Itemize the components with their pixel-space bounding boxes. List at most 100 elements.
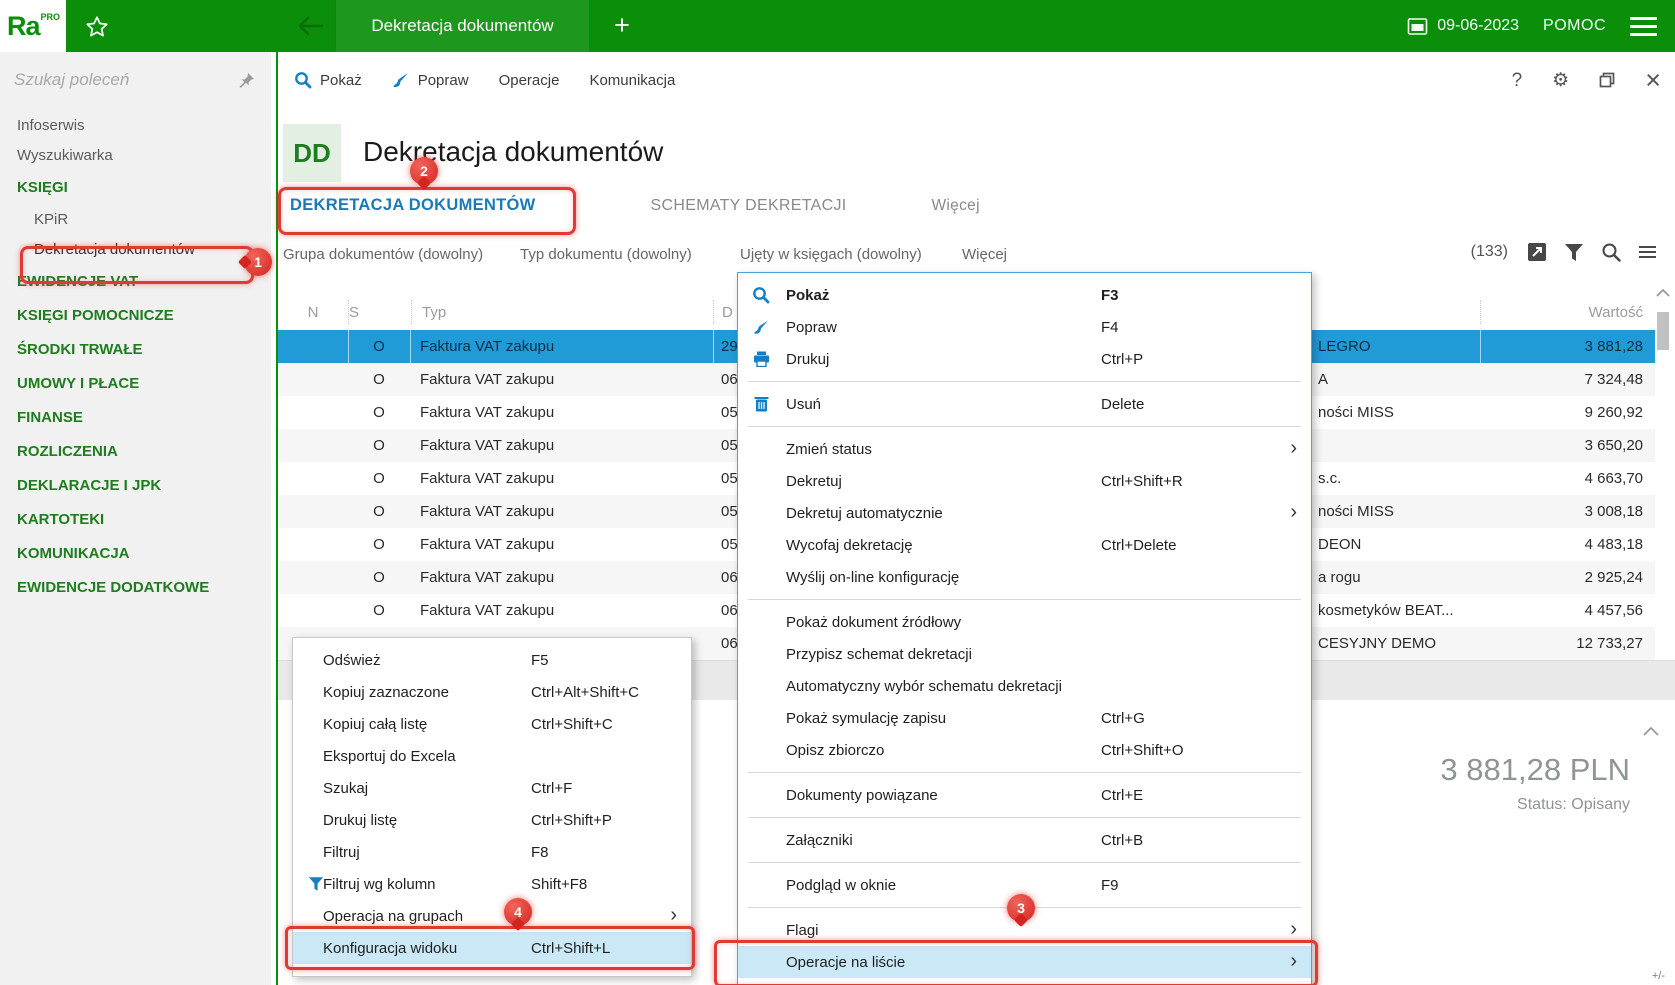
filter-in-books[interactable]: Ujęty w księgach (dowolny) — [740, 246, 922, 263]
export-icon[interactable] — [1527, 242, 1547, 262]
toolbar-edit-button[interactable]: Popraw — [382, 65, 479, 95]
menu-item-automatyczny-wybor-schematu[interactable]: Automatyczny wybór schematu dekretacji — [738, 670, 1311, 702]
logo-sup: PRO — [40, 12, 61, 22]
submenu-arrow-icon: › — [670, 904, 677, 927]
menu-item-odswiez[interactable]: Odśwież F5 — [293, 644, 691, 676]
filter-document-group[interactable]: Grupa dokumentów (dowolny) — [283, 246, 483, 263]
help-icon[interactable]: ? — [1512, 71, 1523, 90]
sidebar-item-ksiegi-pomocnicze[interactable]: KSIĘGI POMOCNICZE — [0, 298, 271, 332]
sidebar-item-finanse[interactable]: FINANSE — [0, 400, 271, 434]
submenu-arrow-icon: › — [1290, 437, 1297, 460]
menu-item-filtruj[interactable]: Filtruj F8 — [293, 836, 691, 868]
back-arrow-icon[interactable] — [296, 14, 324, 38]
menu-item-zalaczniki[interactable]: Załączniki Ctrl+B — [738, 824, 1311, 856]
sidebar-item-dekretacja-dokumentow[interactable]: Dekretacja dokumentów — [0, 234, 271, 264]
menu-separator — [748, 862, 1301, 863]
pin-icon[interactable] — [238, 72, 255, 89]
close-icon[interactable]: × — [1645, 66, 1661, 94]
work-date[interactable]: 09-06-2023 — [1407, 16, 1519, 36]
top-bar: Ra PRO Dekretacja dokumentów + 09-06-2023… — [0, 0, 1675, 52]
menu-item-pokaz[interactable]: Pokaż F3 — [738, 279, 1311, 311]
tab-dekretacja-dokumentow[interactable]: DEKRETACJA DOKUMENTÓW — [290, 196, 536, 215]
search-icon — [750, 286, 772, 304]
menu-item-opisz-zbiorczo[interactable]: Opisz zbiorczo Ctrl+Shift+O — [738, 734, 1311, 766]
search-list-icon[interactable] — [1601, 242, 1621, 262]
sidebar: Szukaj poleceń Infoserwis Wyszukiwarka K… — [0, 52, 271, 985]
list-options-icon[interactable] — [1638, 245, 1657, 259]
annotation-badge-3: 3 — [1007, 894, 1035, 922]
sidebar-item-kpir[interactable]: KPiR — [0, 204, 271, 234]
sidebar-item-rozliczenia[interactable]: ROZLICZENIA — [0, 434, 271, 468]
menu-item-dokumenty-powiazane[interactable]: Dokumenty powiązane Ctrl+E — [738, 779, 1311, 811]
menu-item-dekretuj-automatycznie[interactable]: Dekretuj automatycznie › — [738, 497, 1311, 529]
toolbar-operations-menu[interactable]: Operacje — [489, 66, 570, 95]
module-tabs: DEKRETACJA DOKUMENTÓW SCHEMATY DEKRETACJ… — [290, 196, 980, 215]
tab-title: Dekretacja dokumentów — [371, 16, 554, 35]
zoom-hint: +/- — [1651, 970, 1665, 982]
settings-gear-icon[interactable]: ⚙ — [1552, 71, 1569, 90]
brush-icon — [392, 71, 410, 89]
tab-schematy-dekretacji[interactable]: SCHEMATY DEKRETACJI — [651, 197, 847, 215]
module-toolbar: Pokaż Popraw Operacje Komunikacja — [278, 52, 1675, 108]
filter-more[interactable]: Więcej — [962, 246, 1007, 263]
column-header-s[interactable]: S — [348, 300, 411, 324]
menu-item-wycofaj-dekretacje[interactable]: Wycofaj dekretację Ctrl+Delete — [738, 529, 1311, 561]
app-logo[interactable]: Ra PRO — [0, 0, 66, 52]
menu-item-pokaz-symulacje-zapisu[interactable]: Pokaż symulację zapisu Ctrl+G — [738, 702, 1311, 734]
help-menu[interactable]: POMOC — [1543, 17, 1606, 35]
column-header-value[interactable]: Wartość — [1589, 304, 1643, 321]
column-header-n[interactable]: N — [278, 304, 348, 321]
toolbar-show-button[interactable]: Pokaż — [284, 65, 372, 95]
sidebar-item-ewidencje-dodatkowe[interactable]: EWIDENCJE DODATKOWE — [0, 570, 271, 604]
menu-separator — [748, 381, 1301, 382]
collapse-summary-icon[interactable] — [1643, 726, 1659, 736]
sidebar-item-kartoteki[interactable]: KARTOTEKI — [0, 502, 271, 536]
annotation-badge-4: 4 — [504, 898, 532, 926]
filter-document-type[interactable]: Typ dokumentu (dowolny) — [520, 246, 692, 263]
sidebar-item-deklaracje-i-jpk[interactable]: DEKLARACJE I JPK — [0, 468, 271, 502]
sidebar-item-ewidencje-vat[interactable]: EWIDENCJE VAT — [0, 264, 271, 298]
filter-funnel-icon[interactable] — [1564, 243, 1584, 262]
open-module-tab[interactable]: Dekretacja dokumentów — [335, 0, 590, 52]
sidebar-item-ksiegi[interactable]: KSIĘGI — [0, 170, 271, 204]
brush-icon — [750, 319, 772, 336]
menu-item-wyslij-online-konfiguracje[interactable]: Wyślij on-line konfigurację — [738, 561, 1311, 593]
submenu-arrow-icon: › — [1290, 918, 1297, 941]
scrollbar-thumb[interactable] — [1657, 312, 1669, 350]
menu-item-szukaj[interactable]: Szukaj Ctrl+F — [293, 772, 691, 804]
menu-item-kopiuj-cala-liste[interactable]: Kopiuj całą listę Ctrl+Shift+C — [293, 708, 691, 740]
scrollbar-up-icon[interactable] — [1656, 288, 1670, 297]
column-header-typ[interactable]: Typ — [411, 300, 713, 324]
menu-item-drukuj-liste[interactable]: Drukuj listę Ctrl+Shift+P — [293, 804, 691, 836]
menu-item-zmien-status[interactable]: Zmień status › — [738, 433, 1311, 465]
selected-status: Status: Opisany — [1517, 796, 1630, 813]
sidebar-item-komunikacja[interactable]: KOMUNIKACJA — [0, 536, 271, 570]
menu-item-eksportuj-do-excela[interactable]: Eksportuj do Excela — [293, 740, 691, 772]
sidebar-item-infoserwis[interactable]: Infoserwis — [0, 110, 271, 140]
menu-item-przypisz-schemat-dekretacji[interactable]: Przypisz schemat dekretacji — [738, 638, 1311, 670]
menu-item-kopiuj-zaznaczone[interactable]: Kopiuj zaznaczone Ctrl+Alt+Shift+C — [293, 676, 691, 708]
menu-item-drukuj[interactable]: Drukuj Ctrl+P — [738, 343, 1311, 375]
menu-item-usun[interactable]: Usuń Delete — [738, 388, 1311, 420]
menu-item-operacje-na-liscie[interactable]: Operacje na liście › — [738, 946, 1311, 978]
command-search[interactable]: Szukaj poleceń — [0, 52, 271, 110]
selected-total: 3 881,28 PLN — [1440, 752, 1630, 787]
menu-item-konfiguracja-widoku[interactable]: Konfiguracja widoku Ctrl+Shift+L — [293, 932, 691, 964]
sidebar-item-umowy-i-place[interactable]: UMOWY I PŁACE — [0, 366, 271, 400]
funnel-icon — [305, 877, 327, 892]
menu-item-operacja-na-grupach[interactable]: Operacja na grupach › — [293, 900, 691, 932]
menu-item-dekretuj[interactable]: Dekretuj Ctrl+Shift+R — [738, 465, 1311, 497]
main-menu-hamburger-icon[interactable] — [1630, 16, 1657, 36]
menu-item-pokaz-dokument-zrodlowy[interactable]: Pokaż dokument źródłowy — [738, 606, 1311, 638]
menu-item-filtruj-wg-kolumn[interactable]: Filtruj wg kolumn Shift+F8 — [293, 868, 691, 900]
sidebar-nav: Infoserwis Wyszukiwarka KSIĘGI KPiR Dekr… — [0, 110, 271, 604]
new-tab-plus-icon[interactable]: + — [608, 12, 636, 39]
favorites-star-icon[interactable] — [84, 14, 110, 40]
sidebar-item-wyszukiwarka[interactable]: Wyszukiwarka — [0, 140, 271, 170]
menu-item-popraw[interactable]: Popraw F4 — [738, 311, 1311, 343]
tab-more[interactable]: Więcej — [932, 197, 980, 215]
toolbar-communication-menu[interactable]: Komunikacja — [579, 66, 685, 95]
restore-window-icon[interactable] — [1599, 72, 1615, 88]
sidebar-item-srodki-trwale[interactable]: ŚRODKI TRWAŁE — [0, 332, 271, 366]
column-divider — [1480, 300, 1481, 324]
